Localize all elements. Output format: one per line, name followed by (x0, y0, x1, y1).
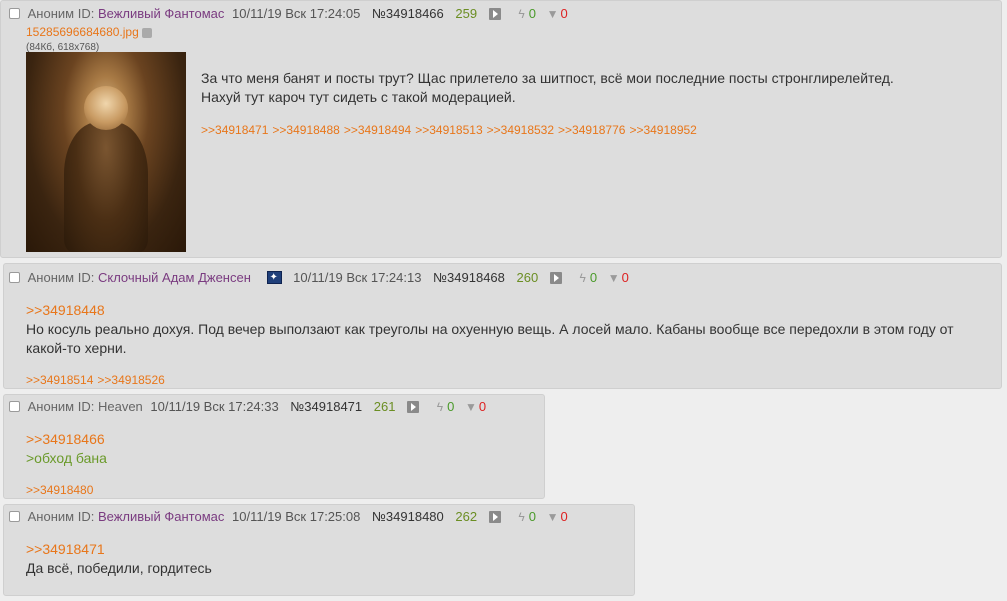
reply-link[interactable]: >>34918514 (26, 373, 93, 387)
poster-name: Склочный Адам Дженсен (97, 269, 251, 285)
poster-anon: Аноним (27, 5, 75, 21)
post: Аноним ID: Вежливый Фантомас 10/11/19 Вс… (3, 504, 635, 596)
dislike-count: 0 (560, 508, 568, 524)
dislike-icon[interactable]: ▼ (465, 399, 477, 415)
dislike-count: 0 (560, 5, 568, 21)
file-info: 15285696684680.jpg (84Кб, 618x768) (26, 25, 152, 53)
post-header: Аноним ID: Вежливый Фантомас 10/11/19 Вс… (9, 5, 568, 21)
poster-anon: Аноним (27, 269, 75, 285)
greentext: >обход бана (26, 450, 107, 466)
post-message-text: Да всё, победили, гордитесь (26, 560, 212, 576)
post-count: 262 (455, 508, 478, 524)
post-header: Аноним ID: Heaven 10/11/19 Вск 17:24:33 … (9, 398, 486, 414)
post-date: 10/11/19 Вск 17:24:33 (150, 398, 279, 414)
dislike-icon[interactable]: ▼ (547, 6, 559, 22)
post-replies: >>34918480 (26, 483, 97, 497)
like-icon[interactable]: ϟ (518, 6, 524, 22)
post: Аноним ID: Склочный Адам Дженсен 10/11/1… (3, 263, 1002, 389)
play-icon[interactable] (488, 510, 501, 523)
post: Аноним ID: Вежливый Фантомас 10/11/19 Вс… (0, 0, 1002, 258)
reply-link[interactable]: >>34918471 (201, 123, 268, 137)
post-select-checkbox[interactable] (9, 272, 20, 284)
like-count: 0 (589, 269, 598, 285)
like-icon[interactable]: ϟ (579, 270, 585, 286)
post-date: 10/11/19 Вск 17:25:08 (232, 508, 361, 524)
post-message: >>34918471 Да всё, победили, гордитесь (26, 540, 606, 578)
post: Аноним ID: Heaven 10/11/19 Вск 17:24:33 … (3, 394, 545, 499)
dislike-icon[interactable]: ▼ (608, 270, 620, 286)
poster-id-label: ID: (77, 508, 95, 524)
poster-name: Heaven (97, 398, 143, 414)
reply-link[interactable]: >>34918776 (558, 123, 625, 137)
poster-anon: Аноним (27, 508, 75, 524)
post-number-link[interactable]: №34918466 (372, 6, 444, 22)
quote-link[interactable]: >>34918448 (26, 302, 105, 318)
poster-id-label: ID: (77, 5, 95, 21)
dislike-icon[interactable]: ▼ (547, 509, 559, 525)
quote-link[interactable]: >>34918466 (26, 431, 105, 447)
reply-link[interactable]: >>34918480 (26, 483, 93, 497)
poster-name: Вежливый Фантомас (97, 508, 225, 524)
poster-id-label: ID: (77, 269, 95, 285)
reply-link[interactable]: >>34918532 (487, 123, 554, 137)
post-number-link[interactable]: №34918471 (290, 399, 362, 415)
post-message: >>34918466 >обход бана (26, 430, 526, 468)
post-number-link[interactable]: №34918480 (372, 509, 444, 525)
post-count: 259 (455, 5, 478, 21)
post-number-link[interactable]: №34918468 (433, 270, 505, 286)
quote-link[interactable]: >>34918471 (26, 541, 105, 557)
post-select-checkbox[interactable] (9, 401, 20, 413)
post-select-checkbox[interactable] (9, 511, 20, 523)
poster-anon: Аноним (27, 398, 75, 414)
dislike-count: 0 (478, 398, 487, 414)
like-count: 0 (447, 398, 455, 414)
post-header: Аноним ID: Вежливый Фантомас 10/11/19 Вс… (9, 508, 568, 524)
post-count: 261 (373, 398, 396, 414)
nato-flag-icon (266, 270, 282, 286)
image-figure-head (84, 86, 128, 130)
post-message: >>34918448 Но косуль реально дохуя. Под … (26, 301, 956, 358)
search-icon[interactable] (141, 27, 152, 38)
dislike-count: 0 (621, 269, 629, 285)
post-message: За что меня банят и посты трут? Щас прил… (201, 70, 894, 105)
play-icon[interactable] (549, 271, 562, 284)
reply-link[interactable]: >>34918526 (97, 373, 164, 387)
post-select-checkbox[interactable] (9, 8, 20, 20)
image-figure (64, 122, 148, 252)
post-header: Аноним ID: Склочный Адам Дженсен 10/11/1… (9, 269, 629, 286)
poster-id-label: ID: (77, 398, 95, 414)
reply-link[interactable]: >>34918513 (415, 123, 482, 137)
post-replies: >>34918514 >>34918526 (26, 373, 169, 387)
file-name-link[interactable]: 15285696684680.jpg (26, 25, 139, 39)
post-replies: >>34918471 >>34918488 >>34918494 >>34918513… (201, 123, 701, 137)
reply-link[interactable]: >>34918488 (272, 123, 339, 137)
post-message-text: Но косуль реально дохуя. Под вечер выпол… (26, 321, 954, 356)
reply-link[interactable]: >>34918952 (629, 123, 696, 137)
post-count: 260 (516, 269, 539, 285)
like-count: 0 (528, 508, 536, 524)
play-icon[interactable] (488, 7, 501, 20)
poster-name: Вежливый Фантомас (97, 5, 225, 21)
post-date: 10/11/19 Вск 17:24:13 (293, 269, 422, 285)
like-icon[interactable]: ϟ (437, 399, 443, 415)
like-count: 0 (528, 5, 536, 21)
reply-link[interactable]: >>34918494 (344, 123, 411, 137)
post-image-thumbnail[interactable] (26, 52, 186, 252)
post-date: 10/11/19 Вск 17:24:05 (232, 5, 361, 21)
play-icon[interactable] (407, 400, 420, 413)
like-icon[interactable]: ϟ (518, 509, 524, 525)
